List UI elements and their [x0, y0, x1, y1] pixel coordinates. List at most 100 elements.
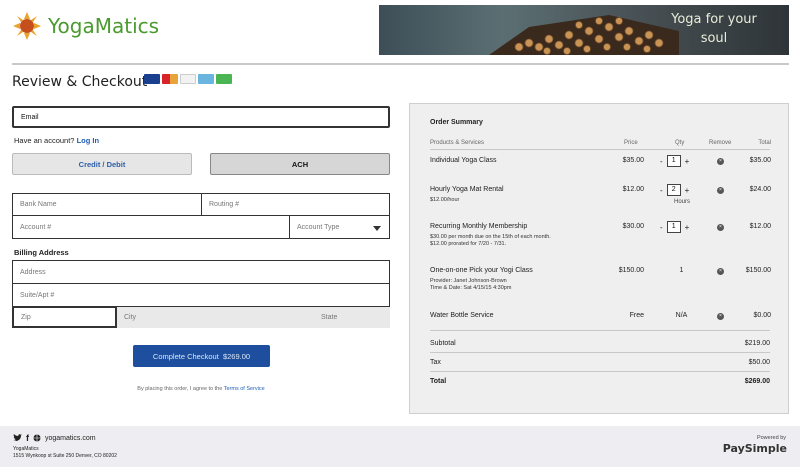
- agree-text: By placing this order, I agree to the: [137, 386, 223, 392]
- amex-icon: [198, 74, 214, 84]
- account-type-placeholder: Account Type: [297, 223, 340, 231]
- increment-button[interactable]: +: [685, 186, 690, 195]
- item-total: $0.00: [753, 312, 771, 319]
- tax-divider-line: [430, 371, 770, 372]
- col-header-price: Price: [624, 140, 638, 146]
- tax-row: Tax $50.00: [430, 359, 770, 366]
- login-link[interactable]: Log In: [77, 136, 100, 145]
- subtotal-row: Subtotal $219.00: [430, 340, 770, 347]
- decrement-button[interactable]: -: [660, 223, 663, 232]
- decrement-button[interactable]: -: [660, 186, 663, 195]
- zip-input[interactable]: Zip: [12, 306, 117, 328]
- remove-item-icon[interactable]: ×: [717, 224, 724, 231]
- account-type-select[interactable]: Account Type: [289, 215, 390, 239]
- address-placeholder: Address: [20, 268, 46, 276]
- email-input[interactable]: Email: [12, 106, 390, 128]
- logo[interactable]: YogaMatics: [12, 11, 159, 41]
- city-placeholder: City: [124, 314, 137, 321]
- suite-placeholder: Suite/Apt #: [20, 291, 55, 299]
- remove-item-icon[interactable]: ×: [717, 268, 724, 275]
- col-header-qty: Qty: [675, 140, 685, 146]
- item-name: Recurring Monthly Membership: [430, 223, 528, 230]
- bank-name-input[interactable]: Bank Name: [12, 193, 202, 216]
- subtotal-divider-line: [430, 352, 770, 353]
- banner-tagline: Yoga for your soul: [671, 12, 757, 46]
- credit-debit-tab[interactable]: Credit / Debit: [12, 153, 192, 175]
- website-link[interactable]: yogamatics.com: [45, 435, 96, 442]
- logo-text: YogaMatics: [48, 14, 160, 38]
- footer-address: 1515 Wynkoop st Suite 250 Denver, CO 802…: [13, 453, 117, 459]
- paysimple-logo[interactable]: PaySimple: [723, 442, 787, 455]
- items-divider-line: [430, 330, 770, 331]
- mastercard-icon: [162, 74, 178, 84]
- bank-name-placeholder: Bank Name: [20, 201, 57, 208]
- checkout-amount: $269.00: [222, 351, 251, 361]
- discover-icon: [180, 74, 196, 84]
- total-value: $269.00: [744, 378, 770, 385]
- subtotal-label: Subtotal: [430, 340, 456, 347]
- increment-button[interactable]: +: [685, 223, 690, 232]
- item-detail: Provider: Janet Johnson-Brown: [430, 278, 507, 284]
- terms-agreement: By placing this order, I agree to the Te…: [0, 386, 402, 392]
- complete-checkout-button[interactable]: Complete Checkout $269.00: [133, 345, 270, 367]
- header-banner: Yoga for your soul: [379, 5, 789, 55]
- city-input[interactable]: City: [117, 307, 307, 328]
- item-total: $24.00: [749, 186, 771, 193]
- suite-input[interactable]: Suite/Apt #: [12, 283, 390, 307]
- chevron-down-icon: [373, 226, 381, 231]
- item-detail: $12.00/hour: [430, 197, 460, 203]
- col-header-total: Total: [758, 140, 771, 146]
- terms-link[interactable]: Terms of Service: [224, 386, 265, 392]
- item-total: $12.00: [749, 223, 771, 230]
- facebook-icon[interactable]: f: [26, 433, 29, 443]
- quantity-value: 1: [679, 267, 684, 274]
- billing-address-label: Billing Address: [14, 248, 69, 257]
- order-summary-title: Order Summary: [430, 119, 483, 126]
- account-number-placeholder: Account #: [20, 223, 52, 231]
- powered-by-label: Powered by: [756, 435, 786, 441]
- footer-company: YogaMatics: [13, 446, 39, 452]
- total-label: Total: [430, 378, 447, 385]
- email-placeholder: Email: [21, 113, 39, 121]
- quantity-unit: Hours: [674, 199, 691, 205]
- item-detail-secondary: Time & Date: Sat 4/15/15 4:30pm: [430, 285, 512, 291]
- item-name: Hourly Yoga Mat Rental: [430, 186, 504, 193]
- item-name: Individual Yoga Class: [430, 157, 497, 164]
- log-pile-image: [489, 15, 679, 55]
- quantity-stepper[interactable]: - 1 +: [660, 155, 689, 167]
- remove-item-icon[interactable]: ×: [717, 313, 724, 320]
- other-card-icon: [216, 74, 232, 84]
- globe-icon: [33, 434, 41, 442]
- footer: f yogamatics.com YogaMatics 1515 Wynkoop…: [0, 426, 800, 467]
- quantity-value[interactable]: 1: [666, 155, 681, 167]
- ach-tab[interactable]: ACH: [210, 153, 390, 175]
- header-divider: [12, 63, 789, 65]
- quantity-value[interactable]: 1: [666, 221, 681, 233]
- have-account-text: Have an account? Log In: [14, 136, 99, 145]
- remove-item-icon[interactable]: ×: [717, 158, 724, 165]
- total-row: Total $269.00: [430, 378, 770, 385]
- quantity-stepper[interactable]: - 1 +: [660, 221, 689, 233]
- checkout-label: Complete Checkout: [152, 351, 219, 361]
- accepted-cards: [144, 74, 232, 84]
- state-select[interactable]: State: [307, 307, 390, 328]
- quantity-stepper[interactable]: - 2 +: [660, 184, 689, 196]
- decrement-button[interactable]: -: [660, 157, 663, 166]
- address-input[interactable]: Address: [12, 260, 390, 284]
- item-name: Water Bottle Service: [430, 312, 494, 319]
- quantity-value[interactable]: 2: [666, 184, 681, 196]
- page-title: Review & Checkout: [12, 74, 148, 90]
- item-total: $150.00: [745, 267, 771, 274]
- twitter-icon[interactable]: [13, 434, 22, 442]
- increment-button[interactable]: +: [685, 157, 690, 166]
- have-account-label: Have an account?: [14, 136, 75, 145]
- routing-input[interactable]: Routing #: [201, 193, 390, 216]
- quantity-value: N/A: [675, 312, 688, 319]
- header-divider-line: [430, 149, 770, 150]
- item-price: $150.00: [618, 267, 644, 274]
- item-price: Free: [629, 312, 644, 319]
- item-detail-secondary: $12.00 prorated for 7/20 - 7/31.: [430, 241, 507, 247]
- tax-value: $50.00: [748, 359, 770, 366]
- account-number-input[interactable]: Account #: [12, 215, 290, 239]
- remove-item-icon[interactable]: ×: [717, 187, 724, 194]
